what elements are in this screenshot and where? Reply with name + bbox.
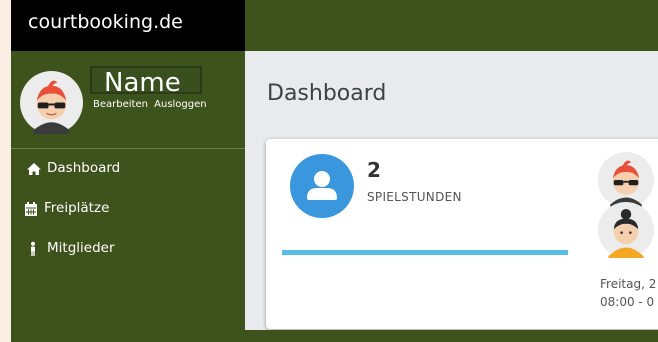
user-icon: [307, 171, 337, 200]
user-block: Name Bearbeiten Ausloggen: [11, 51, 245, 149]
brand-logo[interactable]: courtbooking.de: [11, 0, 245, 51]
sidebar-item-mitglieder[interactable]: Mitglieder: [11, 234, 245, 264]
edit-profile-link[interactable]: Bearbeiten: [93, 99, 148, 110]
person-icon: [31, 241, 35, 256]
stat-icon-circle: [290, 154, 354, 218]
sidebar-item-label: Dashboard: [47, 160, 121, 176]
user-name: Name: [104, 68, 181, 98]
user-links: Bearbeiten Ausloggen: [93, 99, 210, 110]
home-icon: [27, 163, 41, 175]
progress-fill: [282, 250, 568, 255]
stat-label: SPIELSTUNDEN: [367, 190, 462, 204]
sidebar-item-label: Mitglieder: [47, 240, 115, 256]
top-bar: [245, 0, 658, 51]
sidebar-item-dashboard[interactable]: Dashboard: [11, 154, 245, 184]
player-avatar[interactable]: [598, 152, 654, 208]
booking-time: 08:00 - 0: [600, 295, 655, 309]
logout-link[interactable]: Ausloggen: [154, 99, 206, 110]
page-title: Dashboard: [267, 81, 387, 106]
bottom-strip: [245, 330, 658, 342]
sidebar: courtbooking.de Name Bearbeiten Auslogge…: [11, 0, 245, 342]
player-avatar[interactable]: [598, 202, 654, 258]
avatar[interactable]: [20, 71, 83, 134]
progress-bar: [282, 250, 568, 255]
stats-card: 2 SPIELSTUNDEN Freitag, 2 08:00 - 0: [266, 139, 658, 329]
calendar-icon: [25, 202, 37, 216]
sidebar-item-label: Freiplätze: [44, 200, 110, 216]
booking-date: Freitag, 2: [600, 277, 657, 291]
stat-value: 2: [367, 158, 381, 182]
sidebar-item-freiplaetze[interactable]: Freiplätze: [11, 194, 245, 224]
main-content: Dashboard 2 SPIELSTUNDEN Freitag, 2 08:0…: [245, 51, 658, 330]
brand-name: courtbooking.de: [28, 11, 183, 33]
